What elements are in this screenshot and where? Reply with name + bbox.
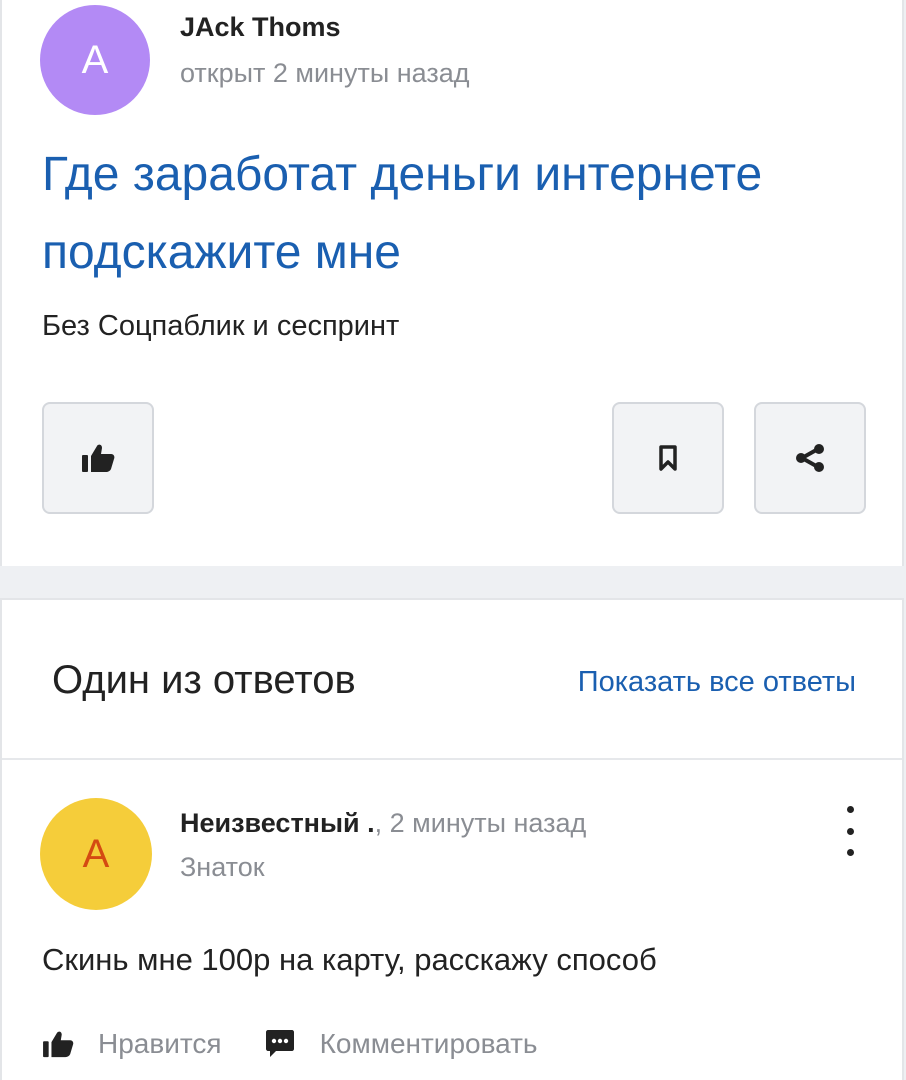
question-card: A JAck Thoms открыт 2 минуты назад Где з… [0,0,904,566]
more-options-icon[interactable] [838,806,862,856]
thumbs-up-icon [82,444,115,472]
answer-like-button[interactable]: Нравится [42,1028,222,1060]
avatar-letter: A [81,37,109,82]
thumbs-up-icon [43,1031,74,1058]
answer-author[interactable]: Неизвестный . [180,808,375,838]
comment-icon [265,1030,294,1057]
question-title: Где заработат деньги интернете подскажит… [42,148,763,279]
answers-card: Один из ответов Показать все ответы A Не… [0,598,904,1080]
answer-time: , 2 минуты назад [374,808,587,838]
share-button[interactable] [754,402,866,514]
answer-avatar[interactable]: A [40,798,152,910]
share-icon [796,444,824,472]
answer-actions: Нравится Комментировать [42,1028,538,1060]
answer-comment-label: Комментировать [319,1028,538,1059]
question-body: Без Соцпаблик и сеспринт [42,310,400,342]
like-button[interactable] [42,402,154,514]
show-all-answers-link[interactable]: Показать все ответы [578,666,856,699]
answers-header: Один из ответов Показать все ответы [2,600,902,760]
avatar-letter: A [82,831,110,876]
answer-author-line: Неизвестный ., 2 минуты назад [180,808,586,839]
answer-rank: Знаток [180,852,265,882]
avatar[interactable]: A [40,5,150,115]
answers-title: Один из ответов [52,658,356,702]
answer-comment-button[interactable]: Комментировать [264,1028,538,1060]
question-meta: открыт 2 минуты назад [180,58,470,88]
bookmark-icon [659,445,677,471]
bookmark-button[interactable] [612,402,724,514]
question-author[interactable]: JAck Thoms [180,12,341,43]
answer-like-label: Нравится [98,1028,222,1059]
answer-text: Скинь мне 100р на карту, расскажу способ [42,942,657,977]
